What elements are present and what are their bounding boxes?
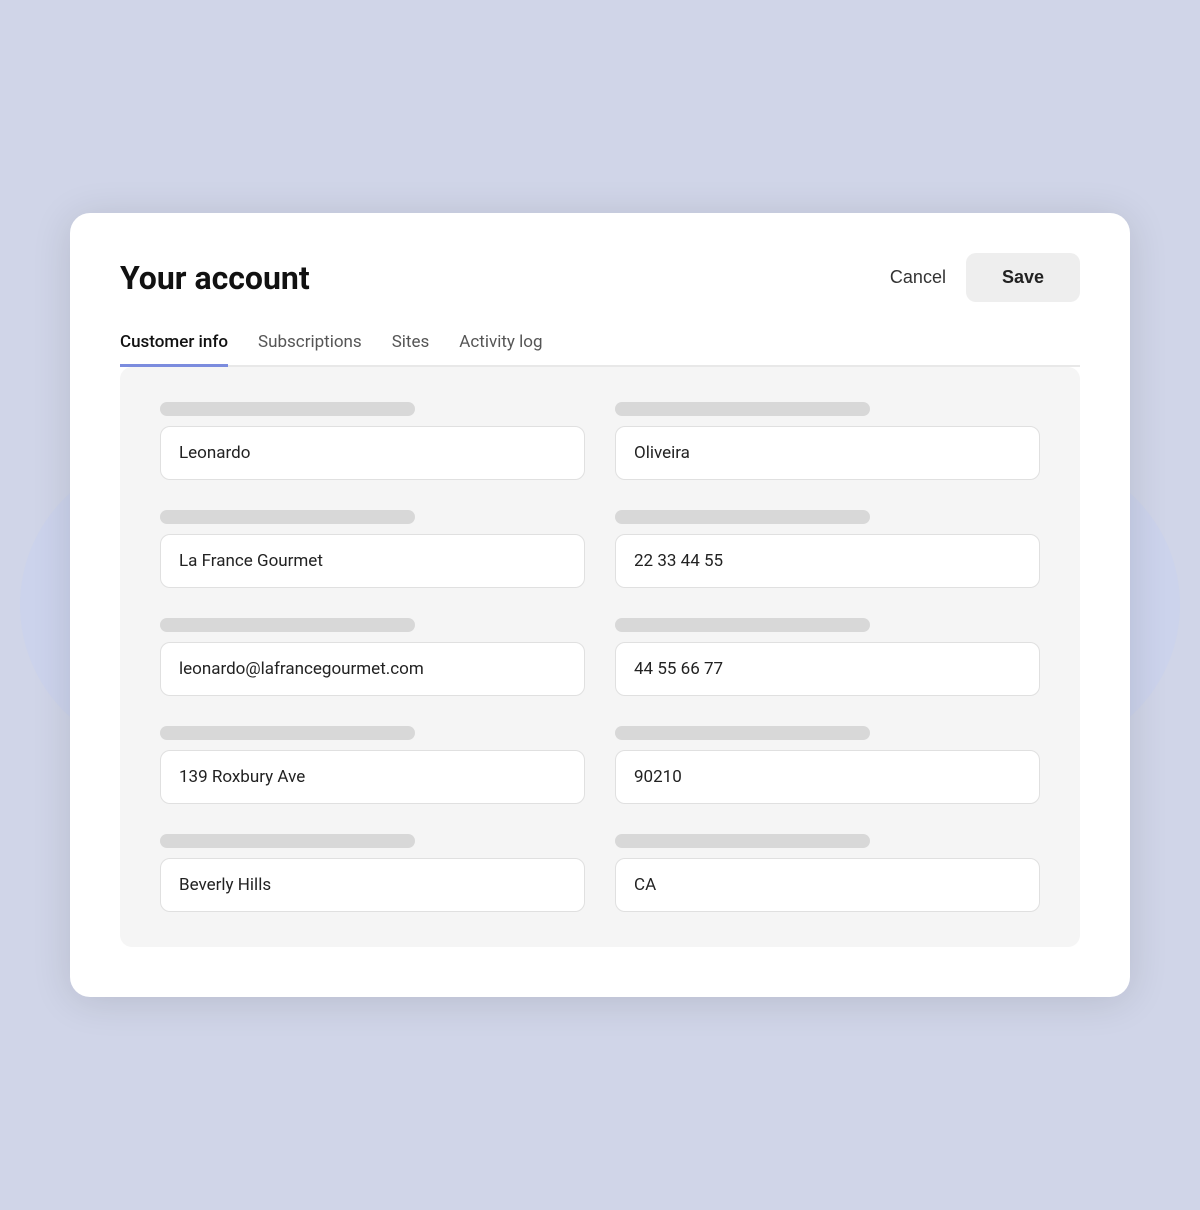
- field-zip: [615, 726, 1040, 804]
- field-address: [160, 726, 585, 804]
- input-zip[interactable]: [615, 750, 1040, 804]
- label-last-name-skeleton: [615, 402, 870, 416]
- label-zip-skeleton: [615, 726, 870, 740]
- cancel-button[interactable]: Cancel: [890, 267, 946, 288]
- input-phone1[interactable]: [615, 534, 1040, 588]
- content-area: [120, 367, 1080, 947]
- tab-customer-info[interactable]: Customer info: [120, 332, 228, 367]
- save-button[interactable]: Save: [966, 253, 1080, 302]
- input-state[interactable]: [615, 858, 1040, 912]
- form-row-2: [160, 510, 1040, 588]
- modal-header: Your account Cancel Save: [120, 253, 1080, 302]
- field-phone2: [615, 618, 1040, 696]
- tab-subscriptions[interactable]: Subscriptions: [258, 332, 362, 367]
- label-phone1-skeleton: [615, 510, 870, 524]
- form-row-4: [160, 726, 1040, 804]
- label-company-skeleton: [160, 510, 415, 524]
- page-title: Your account: [120, 259, 310, 297]
- tab-sites[interactable]: Sites: [392, 332, 430, 367]
- page-wrapper: Your account Cancel Save Customer info S…: [0, 0, 1200, 1210]
- tabs-container: Customer info Subscriptions Sites Activi…: [120, 332, 1080, 367]
- input-company[interactable]: [160, 534, 585, 588]
- label-first-name-skeleton: [160, 402, 415, 416]
- field-company: [160, 510, 585, 588]
- input-city[interactable]: [160, 858, 585, 912]
- input-first-name[interactable]: [160, 426, 585, 480]
- input-email[interactable]: [160, 642, 585, 696]
- form-row-1: [160, 402, 1040, 480]
- label-email-skeleton: [160, 618, 415, 632]
- field-city: [160, 834, 585, 912]
- label-address-skeleton: [160, 726, 415, 740]
- field-last-name: [615, 402, 1040, 480]
- modal: Your account Cancel Save Customer info S…: [70, 213, 1130, 997]
- field-phone1: [615, 510, 1040, 588]
- input-address[interactable]: [160, 750, 585, 804]
- input-last-name[interactable]: [615, 426, 1040, 480]
- field-state: [615, 834, 1040, 912]
- field-email: [160, 618, 585, 696]
- label-state-skeleton: [615, 834, 870, 848]
- field-first-name: [160, 402, 585, 480]
- header-actions: Cancel Save: [890, 253, 1080, 302]
- label-city-skeleton: [160, 834, 415, 848]
- form-row-3: [160, 618, 1040, 696]
- form-row-5: [160, 834, 1040, 912]
- input-phone2[interactable]: [615, 642, 1040, 696]
- tab-activity-log[interactable]: Activity log: [459, 332, 542, 367]
- label-phone2-skeleton: [615, 618, 870, 632]
